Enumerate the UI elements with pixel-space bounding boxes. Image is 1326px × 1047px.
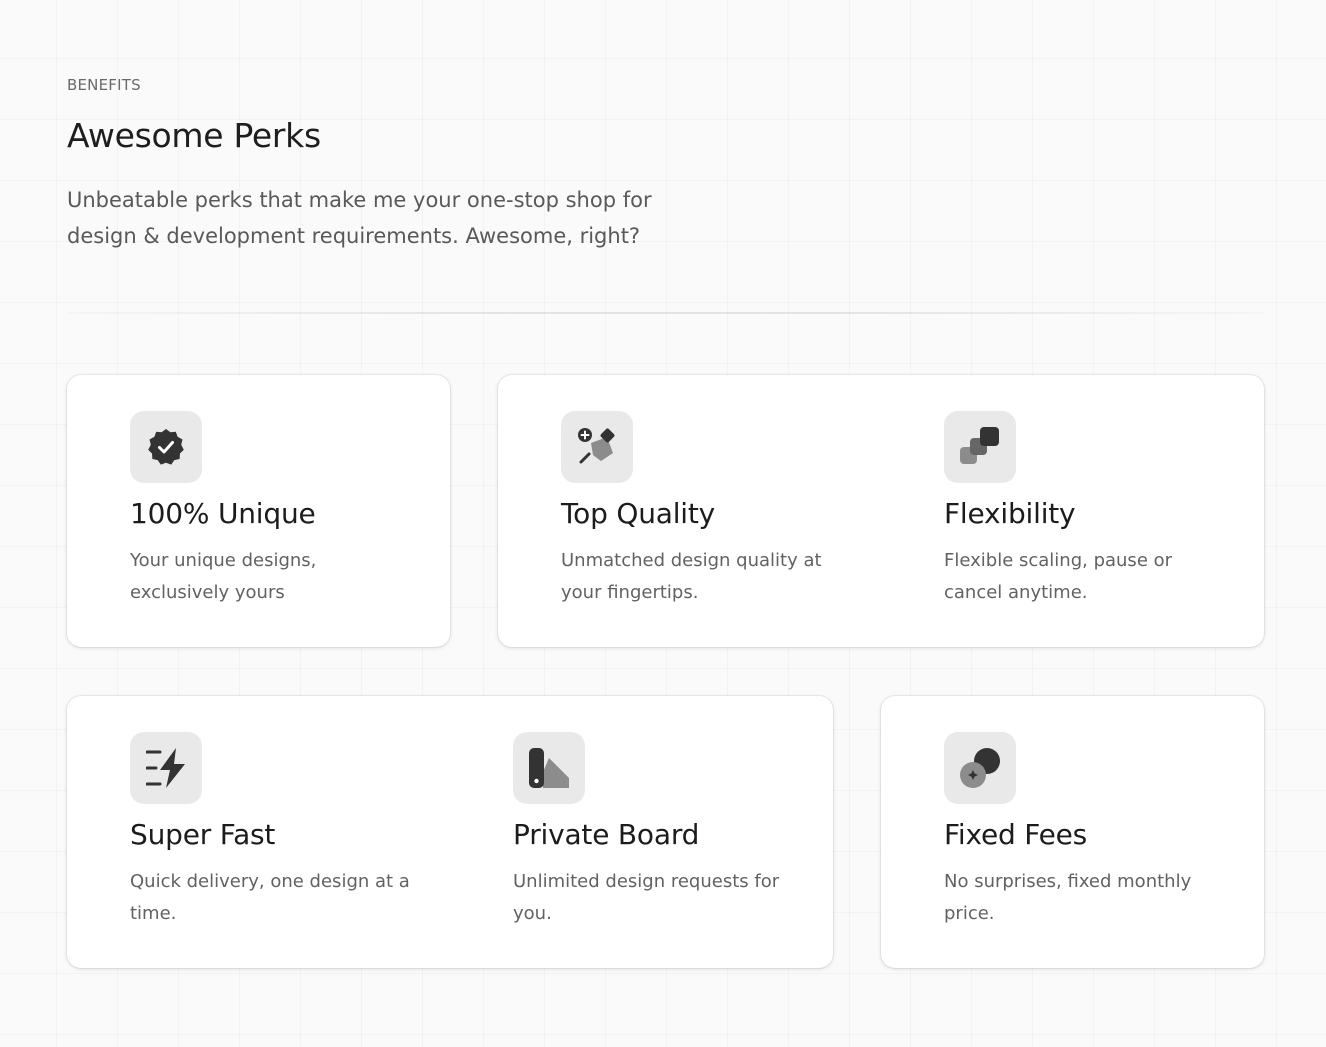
swatch-board-icon	[529, 748, 569, 788]
section-title: Awesome Perks	[67, 116, 321, 155]
perk-description: Unlimited design requests for you.	[513, 871, 780, 924]
perk-icon-tile	[130, 732, 202, 804]
perk-icon-tile	[513, 732, 585, 804]
perk-description: Unmatched design quality at your fingert…	[561, 550, 822, 603]
section-divider	[67, 312, 1264, 314]
layers-icon	[960, 427, 999, 464]
section-eyebrow: BENEFITS	[67, 76, 141, 94]
perk-icon-tile	[944, 411, 1016, 483]
perk-description: No surprises, fixed monthly price.	[944, 871, 1192, 924]
perk-icon-tile	[561, 411, 633, 483]
coins-sparkle-icon	[960, 748, 1000, 788]
perk-title: Super Fast	[130, 818, 276, 851]
perk-title: Flexibility	[944, 497, 1076, 530]
perk-description: Your unique designs, exclusively yours	[130, 550, 317, 603]
perk-title: Fixed Fees	[944, 818, 1088, 851]
design-tools-icon	[578, 428, 615, 464]
perk-title: 100% Unique	[130, 497, 316, 530]
perk-icon-tile	[130, 411, 202, 483]
perk-title: Top Quality	[561, 497, 716, 530]
perk-description: Flexible scaling, pause or cancel anytim…	[944, 550, 1173, 603]
section-subtitle: Unbeatable perks that make me your one-s…	[67, 188, 652, 248]
lightning-icon	[146, 748, 185, 788]
perk-icon-tile	[944, 732, 1016, 804]
perk-title: Private Board	[513, 818, 700, 851]
perk-description: Quick delivery, one design at a time.	[130, 871, 410, 924]
verified-badge-icon	[148, 429, 184, 465]
